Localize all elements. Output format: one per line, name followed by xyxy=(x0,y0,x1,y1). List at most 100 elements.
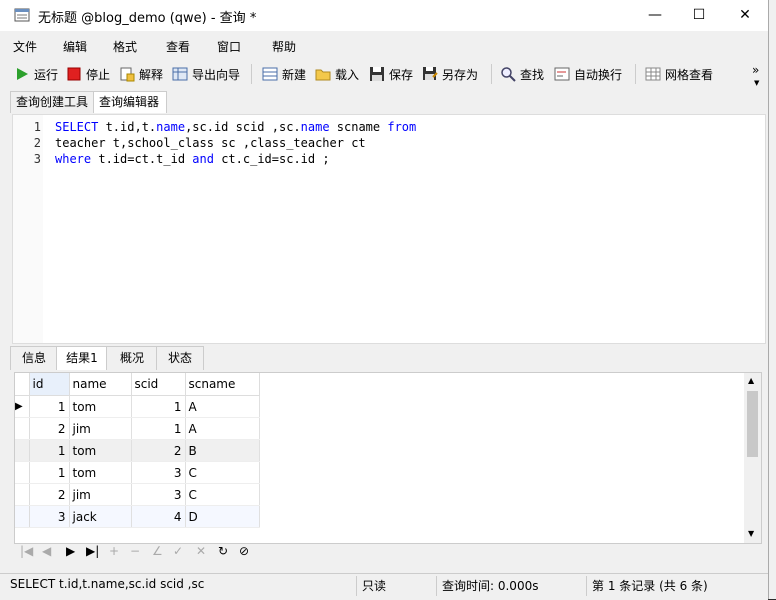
table-row[interactable]: 1 tom 2 B xyxy=(15,439,260,462)
last-record-icon[interactable]: ▶| xyxy=(86,544,99,558)
edit-record-icon[interactable]: ∠ xyxy=(152,544,163,558)
cell-scname[interactable]: C xyxy=(185,483,260,506)
cell-scname[interactable]: C xyxy=(185,461,260,484)
row-header[interactable] xyxy=(15,417,30,440)
cell-id[interactable]: 2 xyxy=(29,417,70,440)
maximize-button[interactable]: ☐ xyxy=(676,0,722,31)
cell-scid[interactable]: 1 xyxy=(131,395,186,418)
vertical-scrollbar[interactable]: ▲ ▼ xyxy=(744,373,761,543)
table-row[interactable]: ▶ 1 tom 1 A xyxy=(15,395,260,418)
scroll-up-icon[interactable]: ▲ xyxy=(748,376,754,385)
menu-format[interactable]: 格式 xyxy=(113,38,137,55)
row-header[interactable] xyxy=(15,439,30,462)
table-row[interactable]: 3 jack 4 D xyxy=(15,505,260,528)
menu-help[interactable]: 帮助 xyxy=(272,38,296,55)
sql-editor[interactable]: 1 2 3 SELECT t.id,t.name,sc.id scid ,sc.… xyxy=(12,114,766,344)
column-header-id[interactable]: id xyxy=(29,373,70,396)
code-line[interactable]: teacher t,school_class sc ,class_teacher… xyxy=(55,136,366,150)
cell-name[interactable]: tom xyxy=(69,461,132,484)
code-line[interactable]: SELECT t.id,t.name,sc.id scid ,sc.name s… xyxy=(55,120,416,134)
cell-name[interactable]: jim xyxy=(69,417,132,440)
cell-id[interactable]: 1 xyxy=(29,439,70,462)
find-button[interactable]: 查找 xyxy=(500,65,544,83)
close-button[interactable]: ✕ xyxy=(722,0,768,31)
column-header-scid[interactable]: scid xyxy=(131,373,186,396)
word-wrap-button[interactable]: 自动换行 xyxy=(554,65,622,83)
tab-result-1[interactable]: 结果1 xyxy=(56,346,108,370)
toolbar-overflow-arrow-icon: ▼ xyxy=(754,79,760,87)
menu-edit[interactable]: 编辑 xyxy=(63,38,87,55)
new-label: 新建 xyxy=(282,67,307,82)
cell-id[interactable]: 1 xyxy=(29,461,70,484)
cell-id[interactable]: 3 xyxy=(29,505,70,528)
cell-scid[interactable]: 3 xyxy=(131,461,186,484)
table-row[interactable]: 2 jim 1 A xyxy=(15,417,260,440)
tab-profile[interactable]: 概况 xyxy=(106,346,158,370)
table-row[interactable]: 2 jim 3 C xyxy=(15,483,260,506)
cell-scid[interactable]: 3 xyxy=(131,483,186,506)
delete-record-icon[interactable]: − xyxy=(130,544,140,558)
cell-id[interactable]: 1 xyxy=(29,395,70,418)
save-as-label: 另存为 xyxy=(442,67,479,82)
tab-query-builder[interactable]: 查询创建工具 xyxy=(10,91,95,113)
run-button[interactable]: 运行 xyxy=(14,65,58,83)
row-header[interactable] xyxy=(15,461,30,484)
word-wrap-icon xyxy=(554,67,570,81)
refresh-icon[interactable]: ↻ xyxy=(218,544,228,558)
code-line[interactable]: where t.id=ct.t_id and ct.c_id=sc.id ; xyxy=(55,152,330,166)
scroll-down-icon[interactable]: ▼ xyxy=(748,529,754,538)
export-wizard-button[interactable]: 导出向导 xyxy=(172,65,240,83)
stop-button[interactable]: 停止 xyxy=(66,65,110,83)
cell-scid[interactable]: 1 xyxy=(131,417,186,440)
row-header[interactable] xyxy=(15,483,30,506)
tab-query-editor[interactable]: 查询编辑器 xyxy=(93,91,167,113)
first-record-icon[interactable]: |◀ xyxy=(20,544,33,558)
result-grid[interactable]: id name scid scname ▶ 1 tom 1 A 2 jim 1 A 1 tom 2 B 1… xyxy=(14,372,762,544)
minimize-button[interactable]: — xyxy=(632,0,678,31)
cell-scname[interactable]: A xyxy=(185,395,260,418)
cell-name[interactable]: jack xyxy=(69,505,132,528)
load-button[interactable]: 载入 xyxy=(315,65,359,83)
column-header-scname[interactable]: scname xyxy=(185,373,260,396)
column-header-name[interactable]: name xyxy=(69,373,132,396)
save-button[interactable]: 保存 xyxy=(369,65,413,83)
previous-record-icon[interactable]: ◀ xyxy=(42,544,51,558)
new-grid-icon xyxy=(262,67,278,81)
cell-scname[interactable]: B xyxy=(185,439,260,462)
current-row-pointer-icon[interactable]: ▶ xyxy=(15,395,30,418)
new-button[interactable]: 新建 xyxy=(262,65,306,83)
code-token: ct.c_id=sc.id ; xyxy=(213,152,330,166)
cancel-record-icon[interactable]: ✕ xyxy=(196,544,206,558)
stop-query-icon[interactable]: ⊘ xyxy=(239,544,249,558)
explain-icon xyxy=(120,67,135,82)
explain-button[interactable]: 解释 xyxy=(119,65,163,83)
tab-status[interactable]: 状态 xyxy=(156,346,204,370)
save-as-icon xyxy=(423,67,438,80)
cell-name[interactable]: tom xyxy=(69,439,132,462)
row-header[interactable] xyxy=(15,505,30,528)
grid-view-button[interactable]: 网格查看 xyxy=(645,65,713,83)
cell-scname[interactable]: A xyxy=(185,417,260,440)
cell-scname[interactable]: D xyxy=(185,505,260,528)
code-token: t.id,t. xyxy=(98,120,157,134)
window-title: 无标题 @blog_demo (qwe) - 查询 * xyxy=(38,11,257,26)
title-bar: 无标题 @blog_demo (qwe) - 查询 * — ☐ ✕ xyxy=(0,0,768,31)
code-token: and xyxy=(192,152,214,166)
cell-id[interactable]: 2 xyxy=(29,483,70,506)
floppy-icon xyxy=(370,67,384,81)
next-record-icon[interactable]: ▶ xyxy=(66,544,75,558)
menu-file[interactable]: 文件 xyxy=(13,38,37,55)
cell-name[interactable]: tom xyxy=(69,395,132,418)
menu-window[interactable]: 窗口 xyxy=(217,38,241,55)
cell-name[interactable]: jim xyxy=(69,483,132,506)
cell-scid[interactable]: 2 xyxy=(131,439,186,462)
scrollbar-thumb[interactable] xyxy=(747,391,758,457)
menu-view[interactable]: 查看 xyxy=(166,38,190,55)
cell-scid[interactable]: 4 xyxy=(131,505,186,528)
apply-record-icon[interactable]: ✓ xyxy=(173,544,183,558)
line-number-gutter: 1 2 3 xyxy=(13,115,43,343)
add-record-icon[interactable]: + xyxy=(109,544,119,558)
tab-info[interactable]: 信息 xyxy=(10,346,58,370)
table-row[interactable]: 1 tom 3 C xyxy=(15,461,260,484)
save-as-button[interactable]: 另存为 xyxy=(422,65,478,83)
